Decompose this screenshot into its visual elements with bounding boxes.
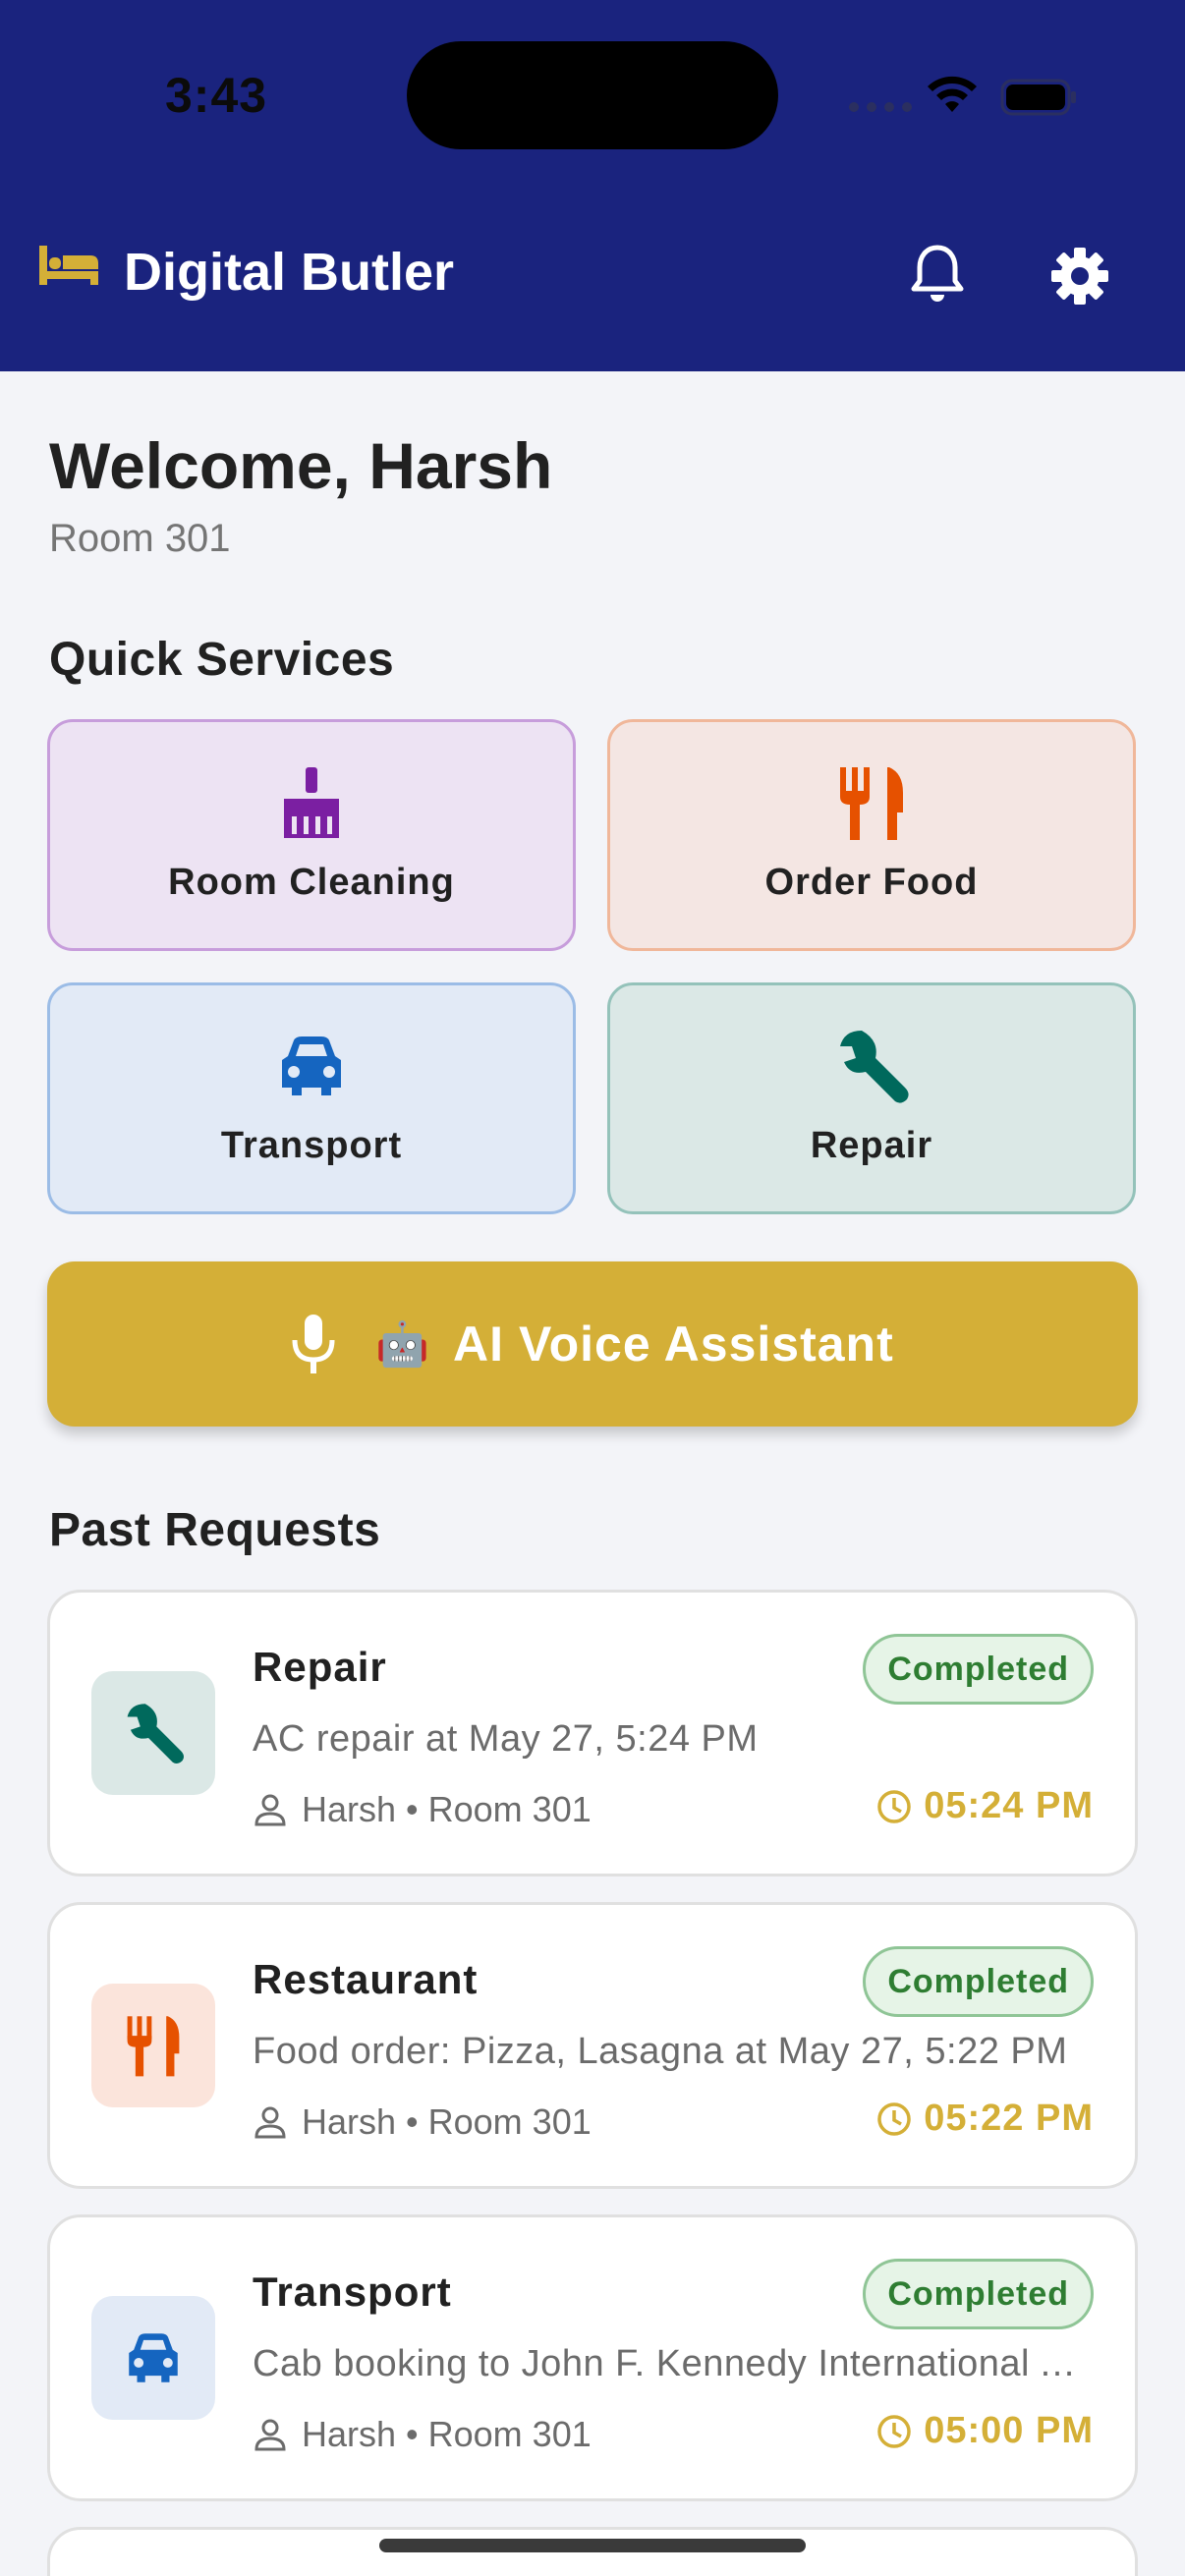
person-icon — [254, 2106, 286, 2139]
welcome-heading: Welcome, Harsh — [49, 429, 553, 502]
clock-icon — [877, 2101, 911, 2136]
room-cleaning-tile[interactable]: Room Cleaning — [47, 719, 576, 951]
room-cleaning-label: Room Cleaning — [168, 862, 455, 903]
request-card[interactable]: Transport Completed Cab booking to John … — [47, 2214, 1138, 2501]
robot-emoji: 🤖 — [375, 1320, 430, 1369]
cellular-signal-icon — [849, 102, 912, 112]
request-icon-bg — [91, 2296, 215, 2420]
wrench-icon — [840, 1031, 909, 1103]
request-description: Cab booking to John F. Kennedy Internati… — [253, 2343, 1098, 2384]
request-title: Transport — [253, 2268, 452, 2315]
status-badge: Completed — [863, 2259, 1094, 2329]
app-title: Digital Butler — [124, 243, 455, 302]
request-time-text: 05:24 PM — [924, 1785, 1094, 1826]
repair-tile[interactable]: Repair — [607, 982, 1136, 1214]
request-meta: Harsh • Room 301 — [253, 1789, 592, 1830]
transport-tile[interactable]: Transport — [47, 982, 576, 1214]
request-card[interactable]: Repair Completed AC repair at May 27, 5:… — [47, 1590, 1138, 1876]
clock-icon — [877, 1789, 911, 1823]
request-meta: Harsh • Room 301 — [253, 2414, 592, 2455]
request-time-text: 05:22 PM — [924, 2098, 1094, 2139]
ai-voice-assistant-button[interactable]: 🤖 AI Voice Assistant — [47, 1261, 1138, 1427]
request-description: Food order: Pizza, Lasagna at May 27, 5:… — [253, 2031, 1068, 2072]
request-time-text: 05:00 PM — [924, 2410, 1094, 2451]
clock-icon — [877, 2414, 911, 2448]
request-icon-bg — [91, 1984, 215, 2107]
fork-knife-icon — [840, 767, 903, 840]
battery-icon — [1000, 79, 1076, 116]
request-card[interactable]: Restaurant Completed Food order: Pizza, … — [47, 1902, 1138, 2189]
gear-icon[interactable] — [1049, 246, 1110, 307]
car-icon — [282, 1036, 341, 1095]
request-guest-room: Harsh • Room 301 — [302, 2101, 592, 2142]
dynamic-island — [407, 41, 778, 149]
bell-icon[interactable] — [910, 244, 965, 305]
app-bar: 3:43 Digital Butler — [0, 0, 1185, 371]
repair-label: Repair — [810, 1125, 933, 1166]
status-badge: Completed — [863, 1634, 1094, 1705]
quick-services-title: Quick Services — [49, 634, 395, 686]
person-icon — [254, 2419, 286, 2451]
home-indicator[interactable] — [379, 2539, 806, 2552]
wrench-icon — [127, 1704, 185, 1764]
request-title: Restaurant — [253, 1956, 479, 2002]
request-time: 05:24 PM — [876, 1785, 1094, 1827]
wifi-icon — [928, 76, 977, 112]
fork-knife-icon — [127, 2016, 180, 2077]
microphone-icon — [292, 1315, 335, 1373]
order-food-label: Order Food — [764, 862, 979, 903]
status-badge: Completed — [863, 1946, 1094, 2017]
request-time: 05:22 PM — [876, 2098, 1094, 2140]
request-guest-room: Harsh • Room 301 — [302, 2414, 592, 2454]
bed-icon — [39, 246, 98, 285]
request-meta: Harsh • Room 301 — [253, 2101, 592, 2143]
ai-voice-assistant-label: AI Voice Assistant — [453, 1316, 894, 1372]
car-icon — [129, 2333, 178, 2382]
transport-label: Transport — [220, 1125, 403, 1166]
request-title: Repair — [253, 1644, 387, 1690]
request-guest-room: Harsh • Room 301 — [302, 1789, 592, 1829]
person-icon — [254, 1794, 286, 1826]
order-food-tile[interactable]: Order Food — [607, 719, 1136, 951]
request-time: 05:00 PM — [876, 2410, 1094, 2452]
broom-icon — [284, 767, 339, 838]
request-description: AC repair at May 27, 5:24 PM — [253, 1718, 759, 1760]
status-time: 3:43 — [165, 68, 268, 123]
request-icon-bg — [91, 1671, 215, 1795]
room-number: Room 301 — [49, 517, 231, 560]
past-requests-title: Past Requests — [49, 1504, 381, 1556]
